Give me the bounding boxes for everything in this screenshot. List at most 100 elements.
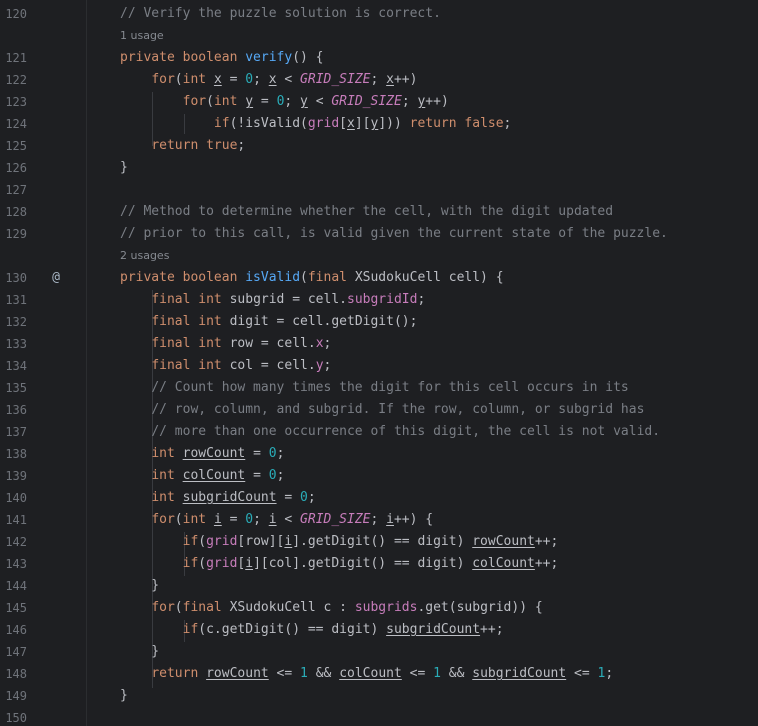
code-token: private boolean xyxy=(120,270,246,285)
code-token: // Method to determine whether the cell,… xyxy=(120,204,614,219)
code-token: x xyxy=(347,116,355,131)
code-text[interactable]: for(int y = 0; y < GRID_SIZE; y++) xyxy=(120,91,449,113)
code-text[interactable]: // Count how many times the digit for th… xyxy=(120,377,628,399)
code-line[interactable]: 139 int colCount = 0; xyxy=(0,465,758,487)
usage-hint[interactable]: 1 usage xyxy=(0,25,758,47)
code-line[interactable]: 132 final int digit = cell.getDigit(); xyxy=(0,311,758,333)
code-text[interactable]: for(int i = 0; i < GRID_SIZE; i++) { xyxy=(120,509,433,531)
code-text[interactable]: int subgridCount = 0; xyxy=(120,487,316,509)
code-token: x xyxy=(213,72,222,87)
code-editor[interactable]: 120 // Verify the puzzle solution is corr… xyxy=(0,0,758,726)
code-token: ++; xyxy=(480,622,504,637)
code-text[interactable]: } xyxy=(120,641,159,663)
line-number: 146 xyxy=(5,623,27,637)
code-text[interactable]: for(final XSudokuCell c : subgrids.get(s… xyxy=(120,597,543,619)
code-line[interactable]: 129 // prior to this call, is valid given… xyxy=(0,223,758,245)
line-number: 125 xyxy=(5,139,27,153)
code-token: colCount xyxy=(472,556,535,571)
code-line[interactable]: 136 // row, column, and subgrid. If the … xyxy=(0,399,758,421)
code-text[interactable]: if(grid[row][i].getDigit() == digit) row… xyxy=(120,531,559,553)
code-text[interactable]: // Method to determine whether the cell,… xyxy=(120,201,613,223)
code-text[interactable]: } xyxy=(120,157,128,179)
usage-hint[interactable]: 2 usages xyxy=(0,245,758,267)
code-token: GRID_SIZE xyxy=(300,512,371,527)
code-text[interactable]: return true; xyxy=(120,135,245,157)
code-text[interactable]: if(grid[i][col].getDigit() == digit) col… xyxy=(120,553,559,575)
code-line[interactable]: 138 int rowCount = 0; xyxy=(0,443,758,465)
code-token: ( xyxy=(198,556,207,571)
code-text[interactable]: if(!isValid(grid[x][y])) return false; xyxy=(120,113,511,135)
code-token: ; xyxy=(370,512,387,527)
code-line[interactable]: 124 if(!isValid(grid[x][y])) return fals… xyxy=(0,113,758,135)
code-line[interactable]: 144 } xyxy=(0,575,758,597)
code-token: ].getDigit() == digit) xyxy=(292,534,473,549)
code-token: i xyxy=(268,512,277,527)
code-text[interactable]: } xyxy=(120,575,159,597)
code-token: ; xyxy=(307,490,316,505)
code-line[interactable]: 127 xyxy=(0,179,758,201)
code-line[interactable]: 140 int subgridCount = 0; xyxy=(0,487,758,509)
code-token: && xyxy=(307,666,340,681)
code-token: return false xyxy=(409,116,504,131)
code-text[interactable]: // row, column, and subgrid. If the row,… xyxy=(120,399,644,421)
code-line[interactable]: 145 for(final XSudokuCell c : subgrids.g… xyxy=(0,597,758,619)
code-text[interactable]: if(c.getDigit() == digit) subgridCount++… xyxy=(120,619,504,641)
code-token: grid xyxy=(307,116,340,131)
usage-hint-label[interactable]: 2 usages xyxy=(120,245,169,267)
line-number: 141 xyxy=(5,513,27,527)
code-line[interactable]: 131 final int subgrid = cell.subgridId; xyxy=(0,289,758,311)
code-line[interactable]: 128 // Method to determine whether the ce… xyxy=(0,201,758,223)
code-token: if xyxy=(213,116,230,131)
code-line[interactable]: 123 for(int y = 0; y < GRID_SIZE; y++) xyxy=(0,91,758,113)
code-text[interactable]: } xyxy=(120,685,128,707)
code-line[interactable]: 142 if(grid[row][i].getDigit() == digit)… xyxy=(0,531,758,553)
override-marker-icon[interactable]: @ xyxy=(48,267,64,289)
code-line[interactable]: 126} xyxy=(0,157,758,179)
code-line[interactable]: 146 if(c.getDigit() == digit) subgridCou… xyxy=(0,619,758,641)
code-token: } xyxy=(120,160,128,175)
code-token: int xyxy=(182,72,214,87)
code-token: int xyxy=(151,490,183,505)
code-line[interactable]: 141 for(int i = 0; i < GRID_SIZE; i++) { xyxy=(0,509,758,531)
usage-hint-label[interactable]: 1 usage xyxy=(120,25,164,47)
code-line[interactable]: 134 final int col = cell.y; xyxy=(0,355,758,377)
code-text[interactable]: // more than one occurrence of this digi… xyxy=(120,421,660,443)
code-text[interactable]: final int col = cell.y; xyxy=(120,355,331,377)
code-token: ][col].getDigit() == digit) xyxy=(253,556,473,571)
code-token: ][ xyxy=(354,116,371,131)
code-token: final int xyxy=(151,292,230,307)
code-line[interactable]: 150 xyxy=(0,707,758,726)
code-line[interactable]: 120 // Verify the puzzle solution is corr… xyxy=(0,3,758,25)
code-text[interactable]: return rowCount <= 1 && colCount <= 1 &&… xyxy=(120,663,613,685)
code-line[interactable]: 125 return true; xyxy=(0,135,758,157)
code-text[interactable]: for(int x = 0; x < GRID_SIZE; x++) xyxy=(120,69,417,91)
code-text[interactable]: int colCount = 0; xyxy=(120,465,284,487)
code-line[interactable]: 135 // Count how many times the digit fo… xyxy=(0,377,758,399)
code-token: ; xyxy=(323,358,332,373)
code-line[interactable]: 122 for(int x = 0; x < GRID_SIZE; x++) xyxy=(0,69,758,91)
code-text[interactable]: // prior to this call, is valid given th… xyxy=(120,223,668,245)
code-line[interactable]: 147 } xyxy=(0,641,758,663)
code-text[interactable]: final int subgrid = cell.subgridId; xyxy=(120,289,425,311)
code-line[interactable]: 137 // more than one occurrence of this … xyxy=(0,421,758,443)
code-text[interactable]: private boolean verify() { xyxy=(120,47,324,69)
code-line[interactable]: 148 return rowCount <= 1 && colCount <= … xyxy=(0,663,758,685)
code-line[interactable]: 143 if(grid[i][col].getDigit() == digit)… xyxy=(0,553,758,575)
code-text[interactable]: int rowCount = 0; xyxy=(120,443,284,465)
code-line[interactable]: 149} xyxy=(0,685,758,707)
code-line[interactable]: 133 final int row = cell.x; xyxy=(0,333,758,355)
line-number: 126 xyxy=(5,161,27,175)
code-line[interactable]: 121 private boolean verify() { xyxy=(0,47,758,69)
code-text[interactable]: final int row = cell.x; xyxy=(120,333,331,355)
code-token: if xyxy=(182,622,199,637)
code-text[interactable]: // Verify the puzzle solution is correct… xyxy=(120,3,441,25)
code-token: for xyxy=(151,72,175,87)
code-token: .get(subgrid)) { xyxy=(417,600,543,615)
line-number: 140 xyxy=(5,491,27,505)
code-token: if xyxy=(182,534,199,549)
code-line[interactable]: 130 @ private boolean isValid(final XSudok… xyxy=(0,267,758,289)
code-text[interactable]: final int digit = cell.getDigit(); xyxy=(120,311,417,333)
code-text[interactable]: private boolean isValid(final XSudokuCel… xyxy=(120,267,504,289)
code-token: return xyxy=(151,666,207,681)
